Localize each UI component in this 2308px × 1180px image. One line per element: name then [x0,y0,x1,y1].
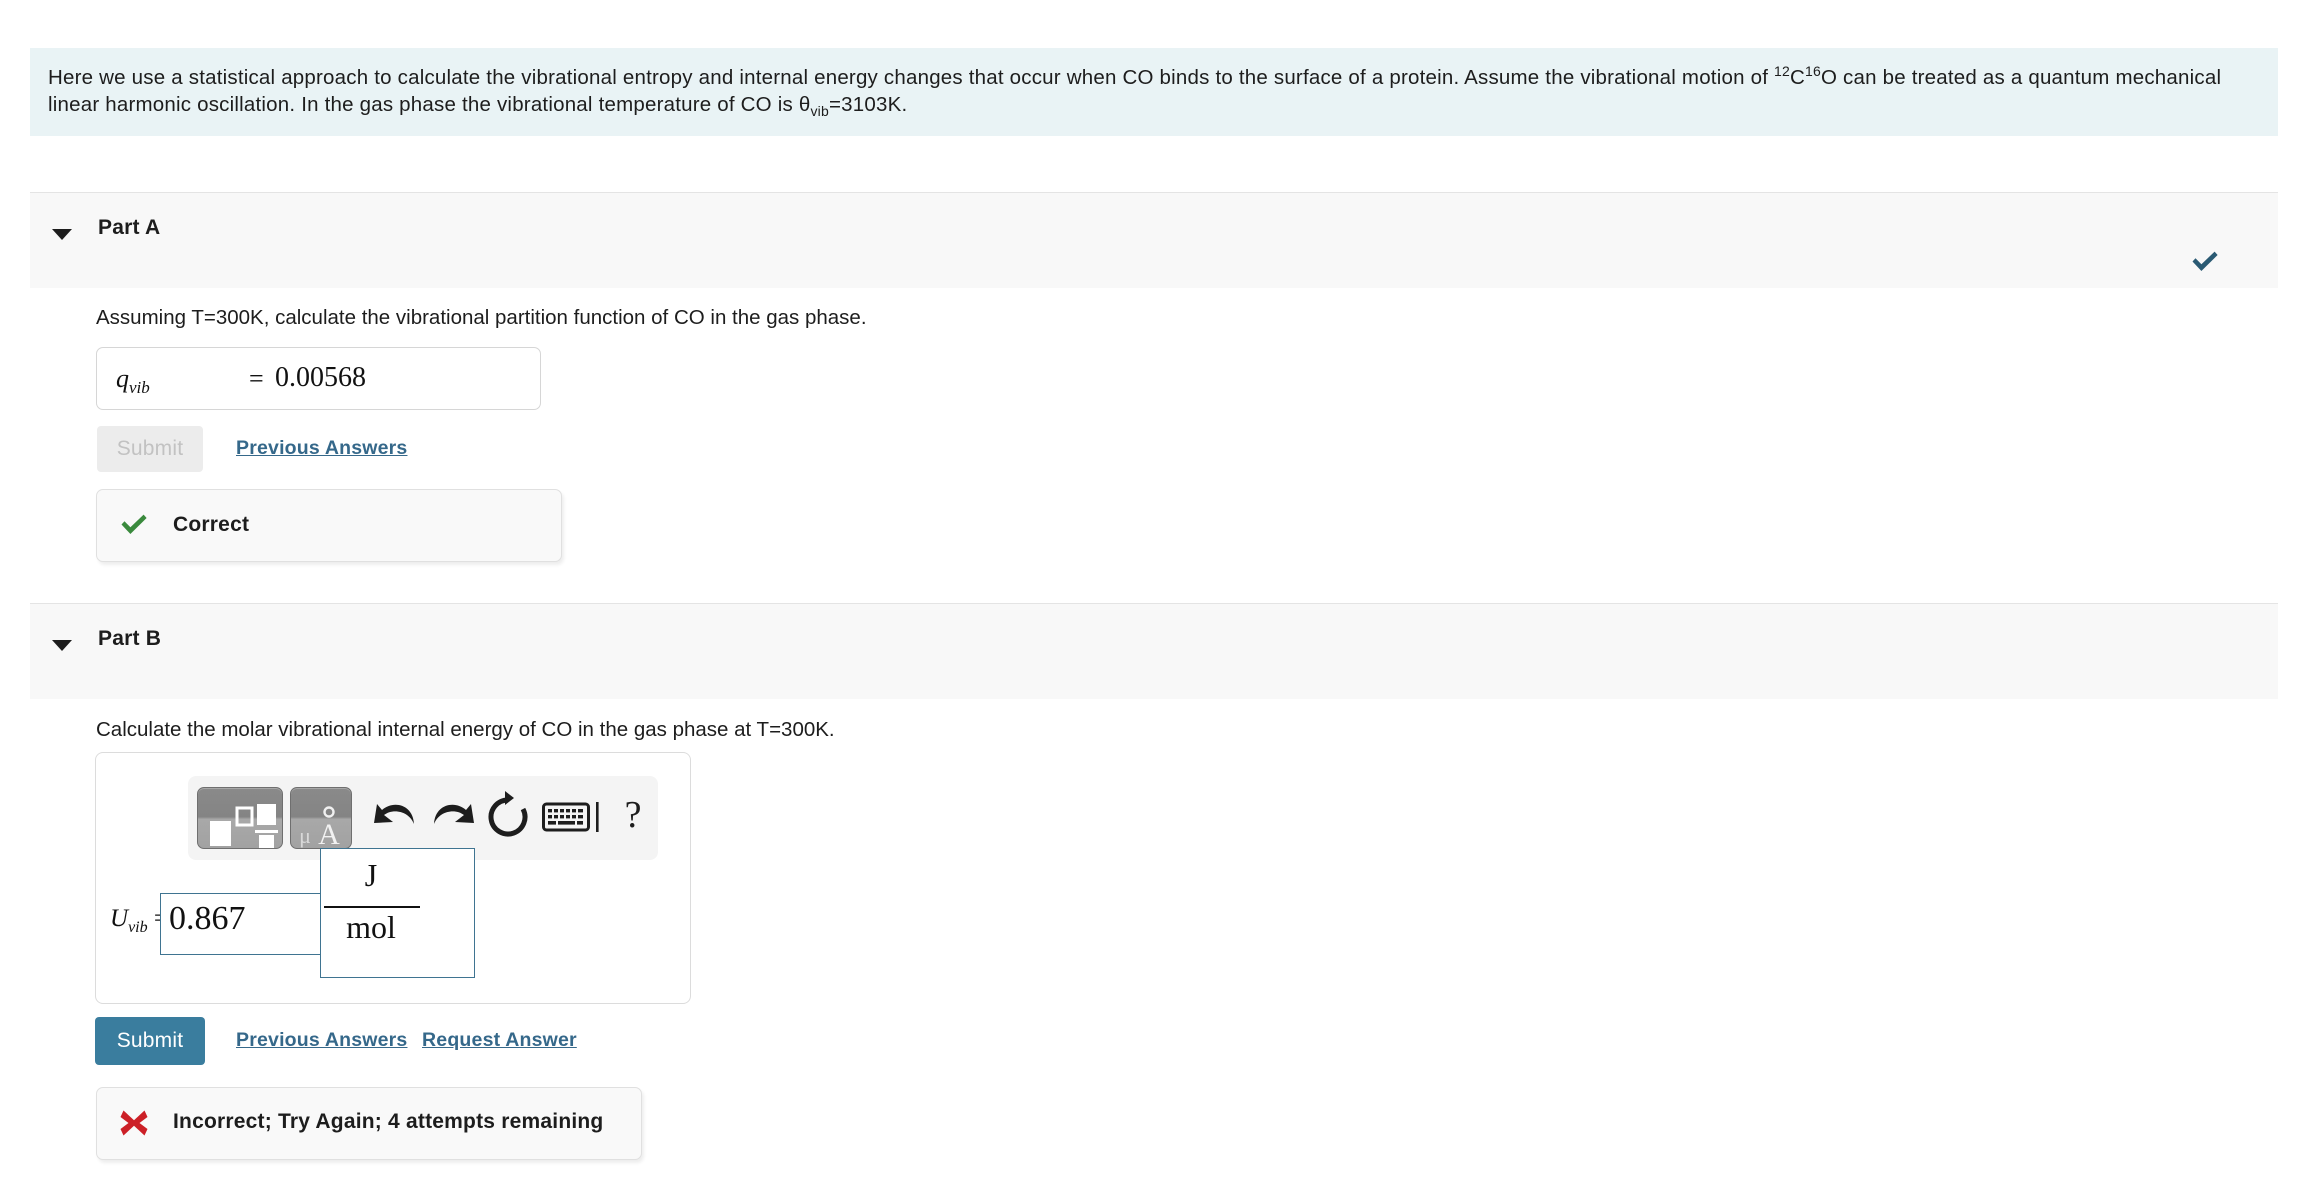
part-b-answer-box[interactable]: A μ ? Uvib 0.867 J mol [95,752,691,1004]
caret-down-icon[interactable] [52,229,72,240]
part-a-answer-value[interactable]: 0.00568 [275,362,366,394]
isotope-carbon-symbol: C [1789,66,1805,89]
assignment-page: Here we use a statistical approach to ca… [0,0,2308,1180]
theta-subscript: vib [810,103,829,120]
part-a-label: Part A [98,216,161,239]
undo-icon[interactable] [371,792,421,844]
part-b-feedback-banner: Incorrect; Try Again; 4 attempts remaini… [96,1087,642,1160]
intro-line2-part1: linear harmonic oscillation. In the gas … [48,93,799,116]
part-b-request-answer-link[interactable]: Request Answer [422,1029,577,1052]
part-a-previous-answers-link[interactable]: Previous Answers [236,437,407,460]
problem-intro-text: Here we use a statistical approach to ca… [48,64,2260,118]
part-b-question: Calculate the molar vibrational internal… [96,718,835,741]
part-a-status-check-icon [2190,249,2220,275]
part-b-header[interactable]: Part B [30,603,2278,699]
part-b-label: Part B [98,627,162,650]
isotope-oxygen-mass: 16 [1805,63,1821,80]
help-icon[interactable]: ? [618,787,648,843]
part-b-feedback-text: Incorrect; Try Again; 4 attempts remaini… [173,1110,604,1133]
units-numerator[interactable]: J [321,857,421,894]
isotope-carbon-mass: 12 [1774,63,1790,80]
fraction-bar-icon [324,906,420,908]
part-b-submit-button[interactable]: Submit [95,1017,205,1065]
intro-line1-part2: can be treated as a quantum mechanical [1837,66,2222,89]
part-a-submit-button[interactable]: Submit [97,426,203,472]
svg-text:A: A [318,818,340,850]
part-a-question: Assuming T=300K, calculate the vibration… [96,306,867,329]
part-b-answer-value[interactable]: 0.867 [169,900,246,938]
intro-line2-part2: =3103K. [828,93,908,116]
incorrect-x-icon [119,1108,149,1143]
units-denominator[interactable]: mol [321,909,421,946]
part-b-units-input[interactable]: J mol [320,848,475,978]
reset-icon[interactable] [483,790,533,844]
correct-check-icon [119,512,149,543]
part-b-previous-answers-link[interactable]: Previous Answers [236,1029,407,1052]
part-a-header[interactable]: Part A [30,192,2278,288]
intro-line1-part1: Here we use a statistical approach to ca… [48,66,1774,89]
isotope-oxygen-symbol: O [1820,66,1838,89]
part-a-variable-label: qvib [116,364,150,398]
problem-intro-banner: Here we use a statistical approach to ca… [30,48,2278,136]
part-a-answer-box[interactable]: qvib = 0.00568 [96,347,541,410]
caret-down-icon[interactable] [52,640,72,651]
part-a-feedback-text: Correct [173,513,250,536]
svg-text:μ: μ [299,823,311,848]
part-a-equals-sign: = [249,364,264,393]
part-a-feedback-banner: Correct [96,489,562,562]
units-angstrom-icon[interactable]: A μ [290,787,352,851]
math-templates-icon[interactable] [197,787,283,849]
redo-icon[interactable] [427,792,477,844]
theta-symbol: θ [798,93,811,116]
keyboard-icon[interactable] [542,796,604,840]
